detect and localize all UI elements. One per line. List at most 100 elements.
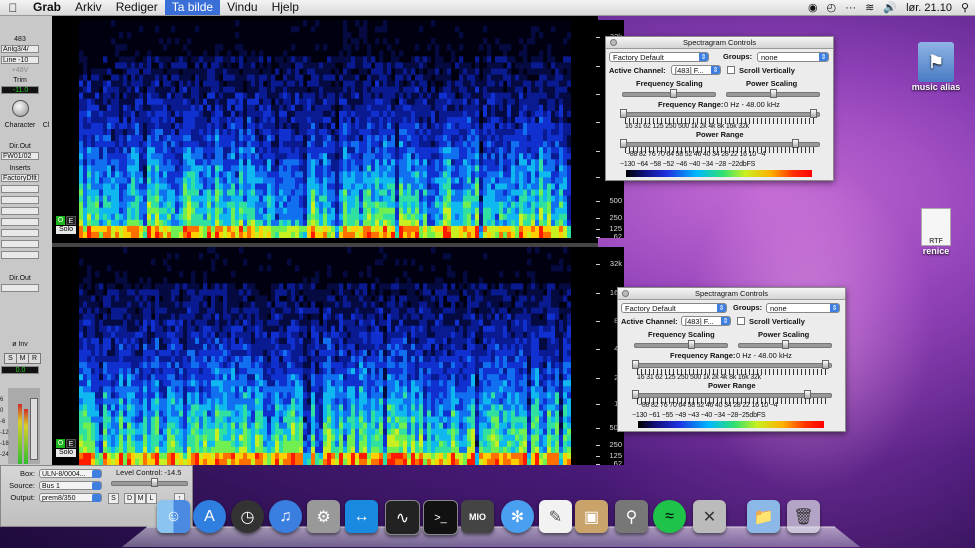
insert-slot-7[interactable] xyxy=(1,240,39,248)
spectrogram-cell xyxy=(515,207,520,215)
spectrogram-cell xyxy=(543,165,548,172)
insert-slot-8[interactable] xyxy=(1,251,39,259)
spectrogram-cell xyxy=(355,171,360,178)
spectrogram-cell xyxy=(119,207,124,215)
spectrogram-cell xyxy=(199,153,204,160)
line-level-select[interactable]: Line -10 xyxy=(1,56,39,64)
spectrogram-cell xyxy=(543,177,548,184)
spectrogram-cell xyxy=(163,86,168,93)
spectrogram-cell xyxy=(335,165,340,172)
wifi-icon[interactable]: ≋ xyxy=(865,1,874,14)
spectrogram-cell xyxy=(399,307,404,314)
channel-o-button[interactable]: O xyxy=(56,216,65,225)
spectrogram-cell xyxy=(319,80,324,87)
phantom-power-button[interactable]: +48V xyxy=(1,67,39,75)
spectrogram-cell xyxy=(151,165,156,172)
insert-slot-6[interactable] xyxy=(1,229,39,237)
menu-item-hjelp[interactable]: Hjelp xyxy=(265,0,306,15)
spectrogram-cell xyxy=(295,122,300,130)
insert-slot-5[interactable] xyxy=(1,218,39,226)
spectrogram-cell xyxy=(219,201,224,209)
spectrogram-cell xyxy=(555,183,560,190)
spectrogram-cell xyxy=(399,177,404,184)
spectrogram-cell xyxy=(123,122,128,130)
dir-out-2-select[interactable] xyxy=(1,284,39,292)
time-machine-icon[interactable]: ◴ xyxy=(827,1,837,14)
spectrogram-cell xyxy=(507,147,512,154)
clock[interactable]: lør. 21.10 xyxy=(906,2,952,14)
spectrogram-cell xyxy=(127,171,132,178)
spectrogram-cell xyxy=(567,153,571,160)
spectrogram-cell xyxy=(483,283,488,290)
spectrogram-cell xyxy=(483,171,488,178)
fader-track[interactable] xyxy=(30,398,38,460)
spectrogram-cell xyxy=(219,44,224,51)
menu-item-arkiv[interactable]: Arkiv xyxy=(68,0,109,15)
insert-slot-2[interactable] xyxy=(1,185,39,193)
spectrogram-cell xyxy=(367,177,372,184)
spectrogram-cell xyxy=(111,135,116,142)
spectrogram-cell xyxy=(563,295,568,302)
volume-icon[interactable]: 🔊 xyxy=(883,1,897,14)
spectrogram-cell xyxy=(203,343,208,351)
trim-knob[interactable] xyxy=(12,100,29,117)
spectrogram-cell xyxy=(315,231,320,238)
spectrogram-cell xyxy=(263,147,268,154)
spectrogram-cell xyxy=(239,141,244,148)
insert-slot-3[interactable] xyxy=(1,196,39,204)
spectrogram-cell xyxy=(331,62,336,69)
spectrogram-cell xyxy=(187,295,192,302)
spectrogram-cell xyxy=(239,343,244,351)
spectrogram-cell xyxy=(395,80,400,87)
spectrogram-cell xyxy=(331,337,336,345)
menu-item-rediger[interactable]: Rediger xyxy=(109,0,165,15)
spectrogram-cell xyxy=(111,343,116,351)
spotlight-icon[interactable]: ⚲ xyxy=(961,1,969,14)
apple-menu-icon[interactable]:  xyxy=(0,1,26,15)
spectrogram-cell xyxy=(355,135,360,142)
menu-item-vindu[interactable]: Vindu xyxy=(220,0,264,15)
insert-slot-1[interactable]: FactoryDflt xyxy=(1,174,39,182)
record-icon[interactable]: ◉ xyxy=(808,1,818,14)
menu-extra-icon[interactable]: ··· xyxy=(845,2,856,14)
spectrogram-cell xyxy=(443,171,448,178)
menu-item-grab[interactable]: Grab xyxy=(26,0,68,15)
spectrogram-cell xyxy=(319,225,324,233)
spectrogram-cell xyxy=(195,116,200,124)
spectrogram-cell xyxy=(467,122,472,130)
spectrogram-cell xyxy=(415,219,420,227)
spectrogram-cell xyxy=(347,343,352,351)
spectrogram-cell xyxy=(555,110,560,118)
spectrogram-cell xyxy=(551,86,556,93)
spectrogram-cell xyxy=(335,56,340,63)
spectrogram-cell xyxy=(247,129,252,136)
spectrogram-cell xyxy=(283,319,288,327)
spectrogram-cell xyxy=(443,253,448,260)
insert-slot-4[interactable] xyxy=(1,207,39,215)
spectrogram-cell xyxy=(115,165,120,172)
spectrogram-cell xyxy=(475,62,480,69)
channel-e-button[interactable]: E xyxy=(66,216,76,225)
spectrogram-cell xyxy=(215,343,220,351)
spectrogram-cell xyxy=(459,183,464,190)
spectrogram-cell xyxy=(143,135,148,142)
spectrogram-cell xyxy=(103,110,108,118)
menu-item-ta-bilde[interactable]: Ta bilde xyxy=(164,0,221,15)
spectrogram-cell xyxy=(267,86,272,93)
spectrogram-cell xyxy=(83,337,88,345)
spectrogram-cell xyxy=(215,295,220,302)
spectrogram-cell xyxy=(135,337,140,345)
spectrogram-cell xyxy=(383,225,388,233)
spectrogram-cell xyxy=(263,104,268,112)
input-select[interactable]: Anlg3/4/ xyxy=(1,45,39,53)
record-button[interactable]: R xyxy=(28,353,41,364)
spectrogram-cell xyxy=(307,110,312,118)
dir-out-select[interactable]: FW01/02 xyxy=(1,152,39,160)
spectrogram-cell xyxy=(535,62,540,69)
spectrogram-cell xyxy=(79,98,84,106)
spectrogram-cell xyxy=(319,135,324,142)
solo-button-top[interactable]: Solo xyxy=(56,226,76,234)
spectrogram-cell xyxy=(87,213,92,221)
phase-invert-button[interactable]: ø Inv xyxy=(1,341,39,349)
spectrogram-cell xyxy=(367,189,372,196)
